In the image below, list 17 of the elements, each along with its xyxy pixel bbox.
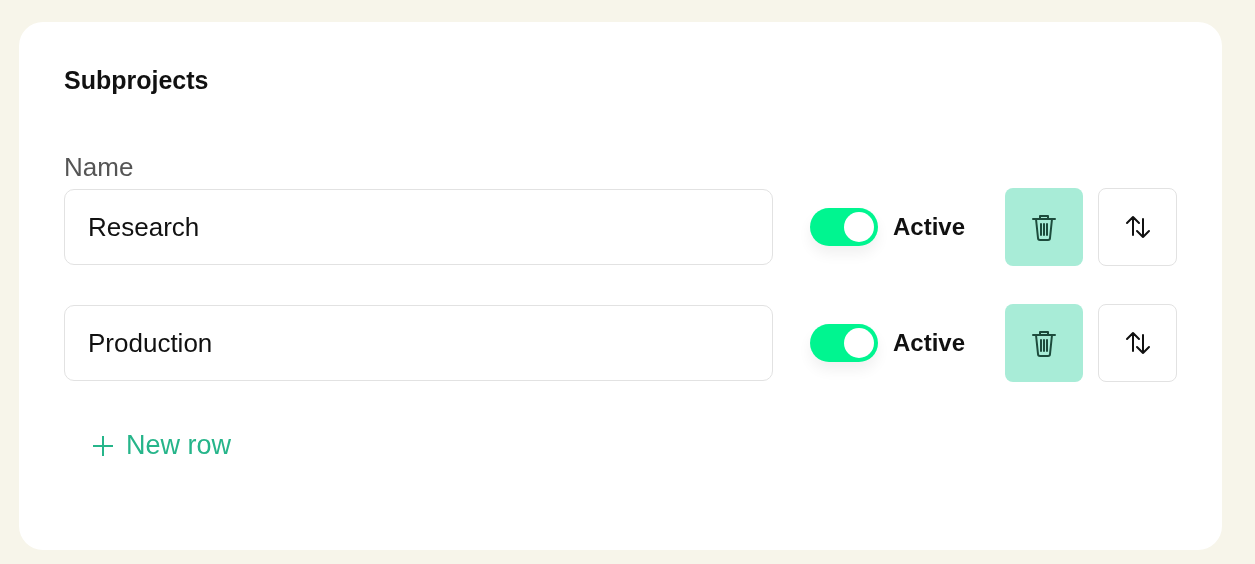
trash-icon (1031, 213, 1057, 241)
section-title: Subprojects (64, 65, 210, 96)
delete-button[interactable] (1005, 304, 1083, 382)
toggle-switch[interactable] (810, 324, 878, 362)
field-label: Name (64, 152, 135, 182)
up-down-arrows-icon (1123, 329, 1152, 357)
status-label: Active (893, 329, 966, 357)
name-field[interactable]: Research (64, 189, 773, 265)
delete-button[interactable] (1005, 188, 1083, 266)
up-down-arrows-icon (1123, 213, 1152, 241)
reorder-button[interactable] (1098, 304, 1177, 382)
toggle-switch[interactable] (810, 208, 878, 246)
reorder-button[interactable] (1098, 188, 1177, 266)
name-field[interactable]: Production (64, 305, 773, 381)
plus-icon (92, 434, 114, 457)
status-label: Active (893, 213, 966, 241)
trash-icon (1031, 329, 1057, 357)
